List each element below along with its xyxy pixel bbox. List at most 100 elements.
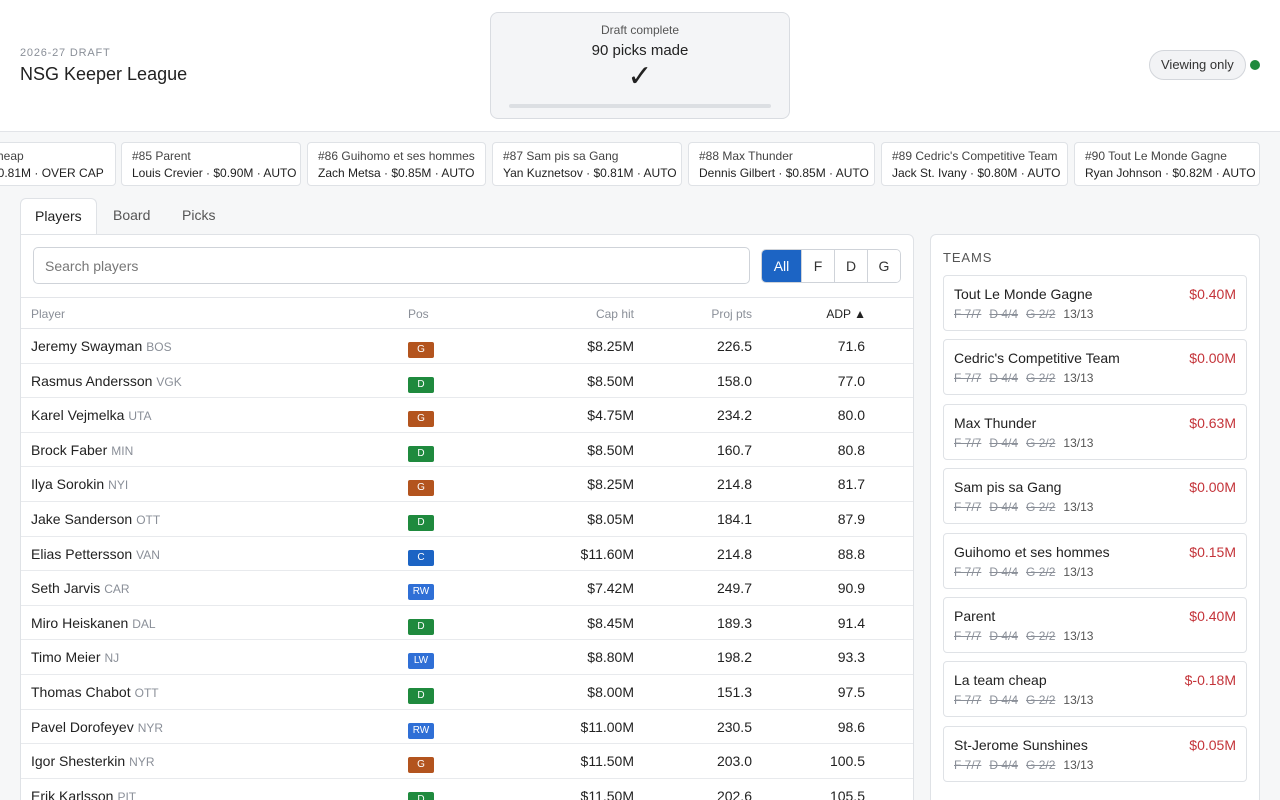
- table-row[interactable]: Jake Sanderson OTT D $8.05M 184.1 87.9: [21, 502, 913, 537]
- adp-cell: 87.9: [837, 510, 865, 527]
- recent-picks-ticker: cheap $0.81M · OVER CAP #85 Parent Louis Cr…: [0, 142, 1280, 186]
- pick-card[interactable]: #86 Guihomo et ses hommes Zach Metsa · $0…: [307, 142, 486, 186]
- player-name[interactable]: Jeremy Swayman: [31, 338, 142, 354]
- position-badge: D: [408, 376, 434, 393]
- player-name[interactable]: Timo Meier: [31, 649, 101, 665]
- player-team: VGK: [156, 374, 182, 389]
- pick-card-title: #85 Parent: [132, 148, 290, 164]
- team-card[interactable]: Sam pis sa Gang $0.00M F 7/7 D 4/4 G 2/2 13/1…: [943, 468, 1247, 525]
- pick-card[interactable]: #90 Tout Le Monde Gagne Ryan Johnson · $0…: [1074, 142, 1260, 186]
- player-name[interactable]: Miro Heiskanen: [31, 615, 128, 631]
- table-row[interactable]: Brock Faber MIN D $8.50M 160.7 80.8: [21, 433, 913, 468]
- table-row[interactable]: Karel Vejmelka UTA G $4.75M 234.2 80.0: [21, 398, 913, 433]
- connection-status-dot: [1250, 60, 1260, 70]
- pick-number: #86: [318, 149, 339, 163]
- position-badge: G: [408, 480, 434, 497]
- player-name[interactable]: Erik Karlsson: [31, 788, 113, 800]
- table-row[interactable]: Miro Heiskanen DAL D $8.45M 189.3 91.4: [21, 606, 913, 641]
- position-badge: LW: [408, 653, 434, 670]
- table-row[interactable]: Timo Meier NJ LW $8.80M 198.2 93.3: [21, 640, 913, 675]
- table-row[interactable]: Erik Karlsson PIT D $11.50M 202.6 105.5: [21, 779, 913, 800]
- tab-players[interactable]: Players: [20, 198, 97, 235]
- pick-card-title: #87 Sam pis sa Gang: [503, 148, 671, 164]
- draft-progress-bar: [509, 104, 771, 108]
- team-roster-summary: F 7/7 D 4/4 G 2/2 13/13: [954, 371, 1093, 385]
- player-name[interactable]: Igor Shesterkin: [31, 753, 125, 769]
- players-table: Player Pos Cap hit Proj pts ADP ▲ Jeremy…: [21, 297, 913, 800]
- table-row[interactable]: Rasmus Andersson VGK D $8.50M 158.0 77.0: [21, 364, 913, 399]
- proj-pts-cell: 202.6: [716, 787, 752, 800]
- player-team: CAR: [104, 582, 130, 597]
- column-header-cap-hit[interactable]: Cap hit: [596, 307, 634, 321]
- position-badge: RW: [408, 584, 434, 601]
- team-card[interactable]: St-Jerome Sunshines $0.05M F 7/7 D 4/4 G 2/2…: [943, 725, 1247, 782]
- table-row[interactable]: Seth Jarvis CAR RW $7.42M 249.7 90.9: [21, 571, 913, 606]
- player-name[interactable]: Ilya Sorokin: [31, 476, 104, 492]
- cap-hit-cell: $11.50M: [580, 787, 634, 800]
- table-row[interactable]: Ilya Sorokin NYI G $8.25M 214.8 81.7: [21, 467, 913, 502]
- adp-cell: 77.0: [837, 372, 865, 389]
- position-cell: RW: [408, 581, 434, 601]
- player-cell: Erik Karlsson PIT: [31, 788, 136, 800]
- filter-d[interactable]: D: [834, 250, 867, 282]
- filter-g[interactable]: G: [867, 250, 900, 282]
- player-name[interactable]: Jake Sanderson: [31, 511, 132, 527]
- player-name[interactable]: Seth Jarvis: [31, 580, 100, 596]
- column-header-player[interactable]: Player: [31, 307, 65, 321]
- pick-card-title: cheap: [0, 148, 105, 164]
- pick-card[interactable]: cheap $0.81M · OVER CAP: [0, 142, 116, 186]
- column-header-adp[interactable]: ADP ▲: [826, 307, 866, 321]
- tab-board[interactable]: Board: [99, 198, 164, 235]
- player-name[interactable]: Pavel Dorofeyev: [31, 719, 134, 735]
- player-name[interactable]: Elias Pettersson: [31, 546, 132, 562]
- roster-slot-d: D 4/4: [989, 757, 1019, 772]
- table-row[interactable]: Pavel Dorofeyev NYR RW $11.00M 230.5 98.6: [21, 710, 913, 745]
- pick-card[interactable]: #85 Parent Louis Crevier · $0.90M · AUTO: [121, 142, 301, 186]
- player-name[interactable]: Brock Faber: [31, 442, 107, 458]
- team-name: Sam pis sa Gang: [954, 479, 1062, 496]
- pick-card[interactable]: #88 Max Thunder Dennis Gilbert · $0.85M ·…: [688, 142, 875, 186]
- column-header-pos[interactable]: Pos: [408, 307, 429, 321]
- player-team: OTT: [136, 512, 161, 527]
- player-name[interactable]: Thomas Chabot: [31, 684, 131, 700]
- team-card[interactable]: Guihomo et ses hommes $0.15M F 7/7 D 4/4 G 2…: [943, 532, 1247, 589]
- player-team: NYI: [108, 478, 129, 493]
- picks-made-count: 90 picks made: [591, 42, 689, 59]
- team-card[interactable]: La team cheap $-0.18M F 7/7 D 4/4 G 2/2 13/13: [943, 661, 1247, 718]
- search-players-input[interactable]: [33, 247, 750, 284]
- filter-all[interactable]: All: [762, 250, 801, 282]
- teams-panel: TEAMS Tout Le Monde Gagne $0.40M F 7/7 D 4/…: [930, 234, 1260, 800]
- tab-picks[interactable]: Picks: [168, 198, 229, 235]
- table-row[interactable]: Elias Pettersson VAN C $11.60M 214.8 88.8: [21, 537, 913, 572]
- team-card[interactable]: Tout Le Monde Gagne $0.40M F 7/7 D 4/4 G 2/2…: [943, 275, 1247, 331]
- draft-header: 2026-27 DRAFT NSG Keeper League Draft co…: [0, 0, 1280, 132]
- pick-card[interactable]: #89 Cedric's Competitive Team Jack St. Iv…: [881, 142, 1068, 186]
- player-team: VAN: [136, 547, 160, 562]
- player-name[interactable]: Karel Vejmelka: [31, 407, 124, 423]
- position-cell: D: [408, 616, 434, 635]
- team-card[interactable]: Cedric's Competitive Team $0.00M F 7/7 D 4/…: [943, 339, 1247, 396]
- proj-pts-cell: 234.2: [716, 407, 752, 424]
- player-team: NYR: [137, 720, 164, 735]
- team-cap-space: $0.40M: [1189, 608, 1236, 624]
- roster-slot-d: D 4/4: [989, 307, 1019, 321]
- team-card[interactable]: Max Thunder $0.63M F 7/7 D 4/4 G 2/2 13/13: [943, 403, 1247, 460]
- player-name[interactable]: Rasmus Andersson: [31, 373, 152, 389]
- roster-slot-g: G 2/2: [1026, 435, 1056, 450]
- team-card[interactable]: Parent $0.40M F 7/7 D 4/4 G 2/2 13/13: [943, 597, 1247, 653]
- pick-card-title: #89 Cedric's Competitive Team: [892, 148, 1058, 164]
- draft-status-label: Draft complete: [600, 23, 680, 37]
- column-header-proj-pts[interactable]: Proj pts: [711, 307, 752, 321]
- position-badge: RW: [408, 722, 434, 739]
- pick-card[interactable]: #87 Sam pis sa Gang Yan Kuznetsov · $0.81…: [492, 142, 682, 186]
- team-roster-summary: F 7/7 D 4/4 G 2/2 13/13: [954, 629, 1093, 643]
- table-row[interactable]: Jeremy Swayman BOS G $8.25M 226.5 71.6: [21, 329, 913, 364]
- roster-slot-d: D 4/4: [989, 435, 1019, 450]
- filter-f[interactable]: F: [801, 250, 834, 282]
- table-row[interactable]: Thomas Chabot OTT D $8.00M 151.3 97.5: [21, 675, 913, 710]
- proj-pts-cell: 203.0: [716, 753, 752, 770]
- roster-slot-d: D 4/4: [989, 500, 1019, 515]
- table-row[interactable]: Igor Shesterkin NYR G $11.50M 203.0 100.5: [21, 744, 913, 779]
- pick-detail: Yan Kuznetsov · $0.81M · AUTO: [503, 166, 677, 180]
- cap-hit-cell: $11.50M: [580, 753, 634, 770]
